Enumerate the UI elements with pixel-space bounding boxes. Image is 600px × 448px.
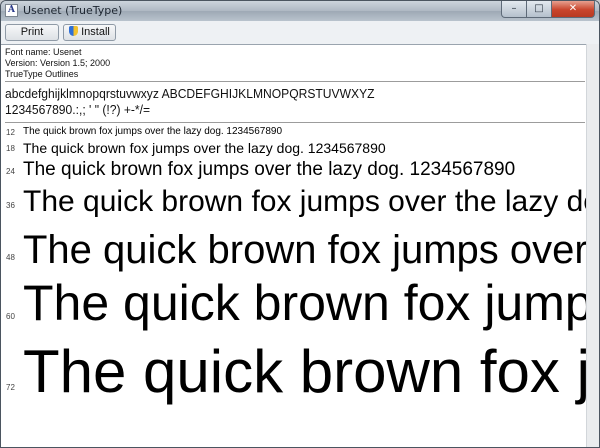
size-label: 12: [6, 128, 15, 137]
install-button-label: Install: [81, 26, 110, 38]
separator-top: [5, 81, 585, 82]
sample-row-36: 36 The quick brown fox jumps over the la…: [1, 183, 587, 221]
minimize-button[interactable]: –: [501, 1, 527, 18]
maximize-button[interactable]: □: [527, 1, 552, 18]
charset-letters: abcdefghijklmnopqrstuvwxyz ABCDEFGHIJKLM…: [5, 86, 375, 101]
size-label: 24: [6, 167, 15, 176]
sample-row-72: 72 The quick brown fox j: [1, 335, 587, 415]
font-file-icon: A: [5, 4, 18, 17]
print-button[interactable]: Print: [5, 24, 59, 41]
sample-text: The quick brown fox jumps over the lazy …: [23, 126, 283, 137]
window-controls: – □ ✕: [501, 1, 595, 19]
sample-text: The quick brown fox jumps over the lazy …: [23, 159, 516, 180]
sample-row-60: 60 The quick brown fox jump: [1, 272, 587, 338]
uac-shield-icon: [69, 26, 79, 36]
separator-bottom: [5, 122, 585, 123]
sample-text: The quick brown fox jumps over the lazy …: [23, 185, 587, 218]
size-label: 60: [6, 312, 15, 321]
window-title: Usenet (TrueType): [23, 4, 123, 17]
font-viewer-window: A Usenet (TrueType) – □ ✕ Print Install …: [0, 0, 600, 448]
charset-symbols: 1234567890.:,; ' " (!?) +-*/=: [5, 102, 151, 117]
sample-text: The quick brown fox j: [23, 338, 587, 405]
size-label: 72: [6, 383, 15, 392]
sample-row-12: 12 The quick brown fox jumps over the la…: [1, 125, 587, 139]
toolbar: Print Install: [1, 21, 599, 44]
sample-row-18: 18 The quick brown fox jumps over the la…: [1, 139, 587, 157]
close-button[interactable]: ✕: [552, 1, 595, 18]
size-label: 48: [6, 253, 15, 262]
vertical-scrollbar[interactable]: [586, 44, 599, 447]
charset-preview: abcdefghijklmnopqrstuvwxyz ABCDEFGHIJKLM…: [5, 86, 375, 118]
sample-text: The quick brown fox jumps over: [23, 228, 587, 272]
sample-text: The quick brown fox jump: [23, 275, 587, 331]
sample-row-24: 24 The quick brown fox jumps over the la…: [1, 158, 587, 182]
install-button[interactable]: Install: [63, 24, 116, 41]
size-label: 36: [6, 201, 15, 210]
sample-text: The quick brown fox jumps over the lazy …: [23, 140, 386, 156]
font-preview-pane: Font name: Usenet Version: Version 1.5; …: [1, 44, 587, 447]
size-label: 18: [6, 144, 15, 153]
font-name-line: Font name: Usenet: [5, 47, 82, 57]
title-bar[interactable]: A Usenet (TrueType) – □ ✕: [1, 1, 599, 21]
font-version-line: Version: Version 1.5; 2000: [5, 58, 111, 68]
font-info: Font name: Usenet Version: Version 1.5; …: [5, 47, 110, 80]
font-type-line: TrueType Outlines: [5, 69, 79, 79]
